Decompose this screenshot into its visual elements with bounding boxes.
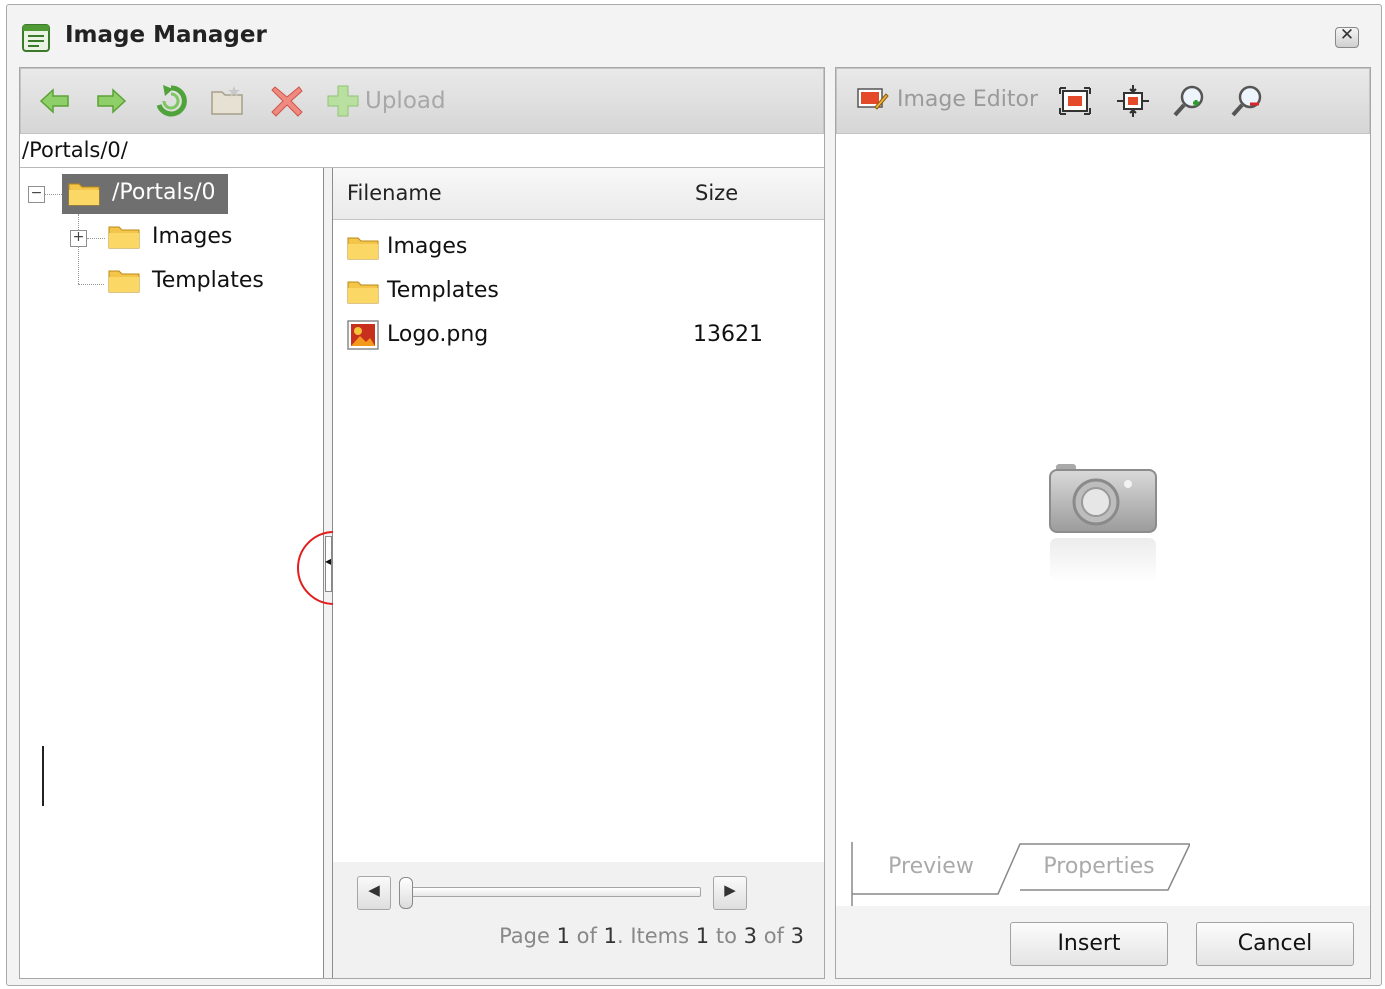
- camera-placeholder-icon: [1049, 464, 1157, 582]
- insert-button[interactable]: Insert: [1010, 922, 1168, 966]
- tree-line: [78, 284, 104, 285]
- pager-pages: 1: [603, 924, 617, 948]
- image-editor-button[interactable]: Image Editor: [857, 85, 1038, 113]
- image-file-icon: [347, 320, 379, 350]
- new-folder-icon[interactable]: [209, 83, 245, 119]
- tree-line: [78, 214, 79, 284]
- plus-icon: [327, 85, 359, 117]
- close-button[interactable]: ✕: [1335, 25, 1359, 48]
- best-fit-icon[interactable]: [1057, 83, 1093, 119]
- file-toolbar: Upload: [20, 68, 824, 134]
- tree-root-label: /Portals/0: [112, 180, 216, 205]
- tab-properties[interactable]: Properties: [1024, 842, 1174, 894]
- folder-tree: − /Portals/0 + Images Templates: [20, 168, 323, 978]
- expand-toggle-images[interactable]: +: [70, 230, 87, 247]
- actual-size-icon[interactable]: [1115, 83, 1151, 119]
- refresh-icon[interactable]: [153, 83, 189, 119]
- back-arrow-icon[interactable]: [37, 83, 73, 119]
- folder-icon: [108, 270, 140, 293]
- folder-icon: [347, 237, 379, 260]
- zoom-in-icon[interactable]: [1171, 83, 1207, 119]
- scroll-right-button[interactable]: ▶: [713, 876, 747, 910]
- column-header-size[interactable]: Size: [695, 181, 738, 205]
- image-preview-panel: Image Editor Preview Properties Insert C…: [835, 67, 1371, 979]
- file-name: Logo.png: [387, 322, 489, 347]
- file-name: Images: [387, 234, 468, 259]
- upload-label: Upload: [365, 88, 446, 114]
- pager-total: 3: [790, 924, 804, 948]
- pager-page-word: Page: [499, 924, 550, 948]
- editor-toolbar: Image Editor: [836, 68, 1370, 134]
- grid-footer: ◀ ▶ Page 1 of 1. Items 1 to 3 of 3: [333, 862, 824, 978]
- column-header-filename[interactable]: Filename: [347, 181, 442, 205]
- file-browser-panel: Upload /Portals/0/ − /Portals/0 + Images…: [19, 67, 825, 979]
- folder-icon: [347, 281, 379, 304]
- image-manager-icon: [22, 24, 50, 52]
- pager-of-word: of: [576, 924, 597, 948]
- title-bar: Image Manager ✕: [7, 5, 1381, 67]
- zoom-out-icon[interactable]: [1229, 83, 1265, 119]
- pager-to-word: to: [715, 924, 737, 948]
- image-editor-icon: [857, 88, 889, 110]
- pager-to: 3: [743, 924, 757, 948]
- file-size: 13621: [693, 322, 763, 347]
- text-caret: [42, 746, 44, 806]
- tab-preview[interactable]: Preview: [866, 842, 996, 894]
- preview-tabs: Preview Properties: [836, 842, 1370, 907]
- right-arrow-icon: ▶: [724, 881, 736, 899]
- upload-button[interactable]: Upload: [327, 83, 446, 119]
- horizontal-slider-thumb[interactable]: [399, 877, 413, 909]
- left-arrow-icon: ◀: [368, 881, 380, 899]
- current-path: /Portals/0/: [20, 134, 824, 168]
- cancel-button[interactable]: Cancel: [1196, 922, 1354, 966]
- pager-from: 1: [695, 924, 710, 948]
- tree-root-node[interactable]: /Portals/0: [62, 174, 228, 214]
- image-manager-dialog: Image Manager ✕ Upload /Portals/0/ − /Po…: [6, 4, 1382, 986]
- file-row[interactable]: Templates: [333, 270, 824, 310]
- dialog-title: Image Manager: [65, 22, 267, 48]
- tree-item-images[interactable]: Images: [152, 224, 232, 249]
- pager-of-word-2: of: [763, 924, 784, 948]
- dialog-actions: Insert Cancel: [836, 906, 1370, 978]
- tree-line: [87, 238, 105, 239]
- forward-arrow-icon[interactable]: [93, 83, 129, 119]
- tree-item-templates[interactable]: Templates: [152, 268, 264, 293]
- close-icon: ✕: [1339, 25, 1355, 45]
- file-row[interactable]: Images: [333, 226, 824, 266]
- horizontal-slider-track[interactable]: [399, 887, 701, 897]
- tree-line: [45, 194, 62, 195]
- image-editor-label: Image Editor: [897, 86, 1039, 112]
- grid-header: Filename Size: [333, 168, 824, 220]
- collapse-toggle[interactable]: −: [28, 186, 45, 203]
- folder-icon: [68, 183, 100, 206]
- file-grid: Filename Size Images Templates Logo.png …: [333, 168, 824, 978]
- pager-page: 1: [556, 924, 570, 948]
- file-row[interactable]: Logo.png 13621: [333, 314, 824, 354]
- scroll-left-button[interactable]: ◀: [357, 876, 391, 910]
- pager-items-word: . Items: [616, 924, 690, 948]
- file-name: Templates: [387, 278, 499, 303]
- folder-icon: [108, 226, 140, 249]
- pager-info: Page 1 of 1. Items 1 to 3 of 3: [499, 924, 804, 948]
- delete-icon[interactable]: [269, 83, 305, 119]
